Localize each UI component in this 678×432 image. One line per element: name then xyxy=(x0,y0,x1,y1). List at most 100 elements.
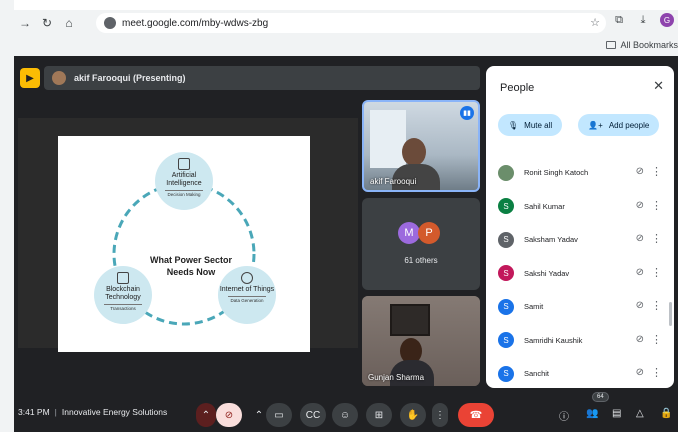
people-panel: People ✕ 🎙︎ Mute all 👤+ Add people Ronit… xyxy=(486,66,674,388)
meet-stage: ▶ akif Farooqui (Presenting) What Power … xyxy=(14,56,678,432)
more-options-icon[interactable]: ⋮ xyxy=(651,333,662,346)
meet-app-icon[interactable]: ▶ xyxy=(20,68,40,88)
reload-icon[interactable]: ↻ xyxy=(36,12,58,34)
avatar: S xyxy=(498,265,514,282)
presentation-bar: ▶ akif Farooqui (Presenting) xyxy=(18,66,480,92)
camera-toggle-button[interactable]: ▭ xyxy=(266,403,292,427)
list-item[interactable]: S Sahil Kumar ⊘ ⋮ xyxy=(498,190,666,224)
meeting-time: 3:41 PM xyxy=(18,407,50,417)
extensions-icon[interactable]: ⧉ xyxy=(612,13,626,27)
node-iot: Internet of Things Data Generation xyxy=(218,266,276,324)
tile-akif[interactable]: ▮▮ akif Farooqui xyxy=(362,100,480,192)
video-person-head xyxy=(402,138,426,166)
node-ai-sub: Decision Making xyxy=(165,190,203,197)
mic-off-icon[interactable]: ⊘ xyxy=(636,267,644,278)
left-edge xyxy=(0,0,14,432)
list-item[interactable]: S Sanchit ⊘ ⋮ xyxy=(498,357,666,391)
node-blockchain-sub: Transactions xyxy=(104,304,142,311)
tile-name-akif: akif Farooqui xyxy=(370,177,417,186)
more-options-icon[interactable]: ⋮ xyxy=(651,366,662,379)
phone-hangup-icon: ☎ xyxy=(469,409,483,421)
profile-avatar[interactable]: G xyxy=(660,13,674,27)
avatar: S xyxy=(498,332,514,349)
site-info-icon[interactable] xyxy=(104,17,116,29)
captions-button[interactable]: CC xyxy=(300,403,326,427)
mic-options-caret[interactable]: ⌃ xyxy=(196,403,216,427)
node-ai-title: Artificial Intelligence xyxy=(166,172,202,187)
bookmark-star-icon[interactable]: ☆ xyxy=(590,16,600,29)
more-options-button[interactable]: ⋮ xyxy=(432,403,448,427)
mic-off-icon[interactable]: ⊘ xyxy=(636,367,644,378)
node-iot-title: Internet of Things xyxy=(219,286,275,293)
address-row: → ↻ ⌂ meet.google.com/mby-wdws-zbg ☆ ⧉ ⤓… xyxy=(14,10,678,36)
add-people-button[interactable]: 👤+ Add people xyxy=(578,114,660,136)
camera-icon: ▭ xyxy=(274,409,284,421)
info-icon[interactable]: ⓘ xyxy=(559,408,569,423)
tile-name-gunjan: Gunjan Sharma xyxy=(368,373,425,382)
more-vert-icon: ⋮ xyxy=(435,409,445,421)
more-options-icon[interactable]: ⋮ xyxy=(651,266,662,279)
all-bookmarks[interactable]: All Bookmarks xyxy=(606,40,678,50)
participant-name: Sahil Kumar xyxy=(524,201,565,211)
browser-toolbar-icons: ⧉ ⤓ G ⋮ xyxy=(612,13,678,27)
mute-all-label: Mute all xyxy=(524,120,553,130)
meta-separator: | xyxy=(54,407,57,417)
list-item[interactable]: S Saksham Yadav ⊘ ⋮ xyxy=(498,223,666,257)
mic-off-icon[interactable]: ⊘ xyxy=(636,300,644,311)
browser-chrome: → ↻ ⌂ meet.google.com/mby-wdws-zbg ☆ ⧉ ⤓… xyxy=(14,10,678,56)
tile-others[interactable]: M P 61 others xyxy=(362,198,480,290)
participant-list: Ronit Singh Katoch ⊘ ⋮ S Sahil Kumar ⊘ ⋮… xyxy=(498,156,666,391)
others-count: 61 others xyxy=(404,256,438,265)
list-item[interactable]: S Samridhi Kaushik ⊘ ⋮ xyxy=(498,324,666,358)
raise-hand-button[interactable]: ✋ xyxy=(400,403,426,427)
avatar: S xyxy=(498,298,514,315)
tile-gunjan[interactable]: Gunjan Sharma xyxy=(362,296,480,386)
home-icon[interactable]: ⌂ xyxy=(58,12,80,34)
mic-off-icon[interactable]: ⊘ xyxy=(636,233,644,244)
more-options-icon[interactable]: ⋮ xyxy=(651,232,662,245)
mute-all-button[interactable]: 🎙︎ Mute all xyxy=(498,114,563,136)
close-icon[interactable]: ✕ xyxy=(653,78,664,94)
end-call-button[interactable]: ☎ xyxy=(458,403,494,427)
avatar: M xyxy=(398,222,420,244)
mic-off-icon[interactable]: ⊘ xyxy=(636,334,644,345)
address-bar[interactable]: meet.google.com/mby-wdws-zbg ☆ xyxy=(96,13,606,33)
presenter-chip[interactable]: akif Farooqui (Presenting) xyxy=(44,66,480,90)
captions-icon: CC xyxy=(305,409,321,421)
participant-name: Samit xyxy=(524,302,544,312)
more-options-icon[interactable]: ⋮ xyxy=(651,299,662,312)
mic-off-icon[interactable]: ⊘ xyxy=(636,166,644,177)
panel-scrollbar[interactable] xyxy=(669,302,672,326)
screen: → ↻ ⌂ meet.google.com/mby-wdws-zbg ☆ ⧉ ⤓… xyxy=(0,0,678,432)
camera-options-caret[interactable]: ⌃ xyxy=(252,403,266,427)
all-bookmarks-label: All Bookmarks xyxy=(620,40,678,50)
list-item[interactable]: S Sakshi Yadav ⊘ ⋮ xyxy=(498,257,666,291)
participant-name: Sakshi Yadav xyxy=(524,268,570,278)
people-icon[interactable]: 👥 xyxy=(586,408,598,419)
avatar: S xyxy=(498,231,514,248)
node-ai: Artificial Intelligence Decision Making xyxy=(155,152,213,210)
more-options-icon[interactable]: ⋮ xyxy=(651,165,662,178)
mic-toggle-button[interactable]: ⊘ xyxy=(216,403,242,427)
mic-off-icon[interactable]: ⊘ xyxy=(636,200,644,211)
host-controls-icon[interactable]: 🔒 xyxy=(660,408,672,419)
presentation-area: What Power Sector Needs Now Artificial I… xyxy=(18,118,358,352)
hand-icon: ✋ xyxy=(406,409,420,421)
list-item[interactable]: S Samit ⊘ ⋮ xyxy=(498,290,666,324)
emoji-icon: ☺ xyxy=(339,409,351,421)
chat-icon[interactable]: ▤ xyxy=(612,408,621,419)
panel-title: People xyxy=(500,82,535,94)
participant-name: Ronit Singh Katoch xyxy=(524,168,589,178)
reactions-button[interactable]: ☺ xyxy=(332,403,358,427)
chip-icon xyxy=(178,158,190,170)
activities-icon[interactable]: △ xyxy=(636,408,644,419)
participant-name: Sanchit xyxy=(524,369,550,379)
forward-icon[interactable]: → xyxy=(14,12,36,34)
more-options-icon[interactable]: ⋮ xyxy=(651,199,662,212)
list-item[interactable]: Ronit Singh Katoch ⊘ ⋮ xyxy=(498,156,666,190)
present-button[interactable]: ⊞ xyxy=(366,403,392,427)
mic-off-icon: ⊘ xyxy=(224,409,234,421)
download-icon[interactable]: ⤓ xyxy=(636,13,650,27)
node-iot-sub: Data Generation xyxy=(228,296,266,303)
node-blockchain: Blockchain Technology Transactions xyxy=(94,266,152,324)
